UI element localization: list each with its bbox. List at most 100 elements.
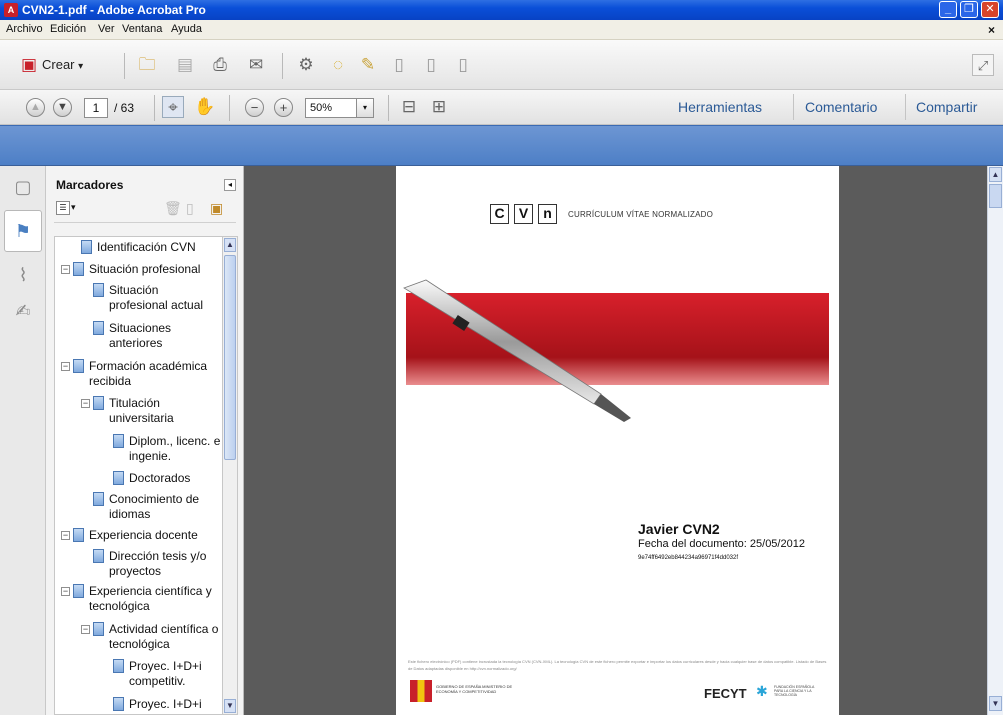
expand-icon[interactable]: ⤢ [972,54,994,76]
options-dropdown-icon[interactable]: ▾ [71,202,76,213]
new-bookmark-icon[interactable]: ▯ [186,200,194,217]
toolbar-divider [124,53,125,79]
title-bar: A CVN2-1.pdf - Adobe Acrobat Pro _ ❐ ✕ [0,0,1003,20]
bookmark-icon [73,528,84,542]
bookmark-situacion-profesional-actual[interactable]: Situación profesional actual [109,283,217,313]
attachments-icon[interactable]: ⌇ [11,262,35,288]
bookmark-diplom-licenc[interactable]: Diplom., licenc. e ingenie. [129,434,221,464]
toolbar-divider [282,53,283,79]
bookmark-direccion-tesis[interactable]: Dirección tesis y/o proyectos [109,549,221,579]
collapse-panel-icon[interactable]: ◂ [224,179,236,191]
bookmark-icon [73,359,84,373]
toolbar-divider [154,95,155,121]
close-document-icon[interactable]: × [988,23,995,37]
coat-of-arms-icon [410,680,432,702]
close-button[interactable]: ✕ [981,1,999,18]
tab-divider [905,94,906,120]
bookmark-icon [73,584,84,598]
fit-page-icon[interactable]: ⊟ [398,96,420,118]
bookmark-conocimiento-idiomas[interactable]: Conocimiento de idiomas [109,492,213,522]
tab-compartir[interactable]: Compartir [916,99,977,115]
previous-page-icon[interactable]: ▲ [26,98,45,117]
bookmark-formacion-academica[interactable]: Formación académica recibida [89,359,209,389]
share-icon[interactable]: ▯ [452,54,474,76]
select-cursor-icon[interactable]: ⌖ [162,96,184,118]
collapse-toggle-icon[interactable]: − [81,625,90,634]
create-button[interactable]: Crear ▾ [42,57,83,72]
bookmark-doctorados[interactable]: Doctorados [129,471,221,486]
bookmarks-icon[interactable]: ⚑ [4,210,42,252]
zoom-out-icon[interactable]: − [245,98,264,117]
menu-edicion[interactable]: Edición [50,23,86,35]
window-title: CVN2-1.pdf - Adobe Acrobat Pro [22,3,206,17]
bookmark-icon [113,471,124,485]
scroll-down-icon[interactable]: ▼ [224,699,236,713]
menu-ayuda[interactable]: Ayuda [171,23,202,35]
gobierno-logo: GOBIERNO DE ESPAÑA MINISTERIO DE ECONOMÍ… [410,680,520,702]
bookmark-icon [93,549,104,563]
delete-bookmark-icon[interactable]: 🗑 [164,200,182,217]
fecyt-subtitle: FUNDACIÓN ESPAÑOLA PARA LA CIENCIA Y LA … [774,685,815,697]
settings-icon[interactable]: ⚙ [295,54,317,76]
signatures-icon[interactable]: ✍ [11,298,35,324]
secure-icon[interactable]: ▯ [388,54,410,76]
menu-archivo[interactable]: Archivo [6,23,43,35]
bookmark-proyec-idi[interactable]: Proyec. I+D+i [129,697,221,712]
minimize-button[interactable]: _ [939,1,957,18]
message-bar [0,125,1003,166]
bookmark-icon [73,262,84,276]
bookmark-icon [93,622,104,636]
save-icon[interactable]: ▤ [174,54,196,76]
comment-icon[interactable]: ◌ [327,54,349,76]
zoom-level-input[interactable]: 50% [305,98,357,118]
chevron-down-icon: ▾ [78,61,84,72]
create-pdf-icon[interactable]: ▣ [18,54,40,76]
tab-herramientas[interactable]: Herramientas [678,99,762,115]
scroll-down-icon[interactable]: ▼ [989,696,1002,711]
scroll-up-icon[interactable]: ▲ [224,238,236,252]
toolbar-divider [388,95,389,121]
print-icon[interactable]: ⎙ [209,54,231,76]
bookmark-experiencia-cientifica[interactable]: Experiencia científica y tecnológica [89,584,215,614]
collapse-toggle-icon[interactable]: − [61,265,70,274]
bookmark-identificacion-cvn[interactable]: Identificación CVN [97,240,219,255]
bookmark-icon [81,240,92,254]
zoom-dropdown-icon[interactable]: ▾ [357,98,374,118]
zoom-in-icon[interactable]: + [274,98,293,117]
bookmark-icon [93,283,104,297]
expand-bookmark-icon[interactable]: ▣ [210,200,223,217]
tab-comentario[interactable]: Comentario [805,99,877,115]
bookmark-situacion-profesional[interactable]: Situación profesional [89,262,221,277]
footer-disclaimer: Este fichero electrónico (PDF) contiene … [408,659,827,671]
bookmarks-scrollbar[interactable]: ▲ ▼ [222,236,238,715]
hand-tool-icon[interactable]: ✋ [194,96,216,118]
open-folder-icon[interactable]: 🗀 [136,54,158,76]
scroll-thumb[interactable] [989,184,1002,208]
bookmark-experiencia-docente[interactable]: Experiencia docente [89,528,221,543]
logo-letter-c: C [490,204,509,224]
menu-ventana[interactable]: Ventana [122,23,162,35]
page-thumbnails-icon[interactable]: ▢ [11,174,35,200]
bookmark-titulacion-universitaria[interactable]: Titulación universitaria [109,396,203,426]
document-scrollbar[interactable]: ▲ ▼ [987,166,1003,715]
bookmark-actividad-cientifica[interactable]: Actividad científica o tecnológica [109,622,221,652]
menu-ver[interactable]: Ver [98,23,115,35]
export-icon[interactable]: ▯ [420,54,442,76]
scroll-up-icon[interactable]: ▲ [989,167,1002,182]
collapse-toggle-icon[interactable]: − [61,362,70,371]
next-page-icon[interactable]: ▼ [53,98,72,117]
bookmark-proyec-competitiv[interactable]: Proyec. I+D+i competitiv. [129,659,221,689]
full-screen-icon[interactable]: ⊞ [428,96,450,118]
collapse-toggle-icon[interactable]: − [61,587,70,596]
collapse-toggle-icon[interactable]: − [81,399,90,408]
maximize-button[interactable]: ❐ [960,1,978,18]
sign-icon[interactable]: ✎ [357,54,379,76]
email-icon[interactable]: ✉ [245,54,267,76]
bookmark-icon [113,697,124,711]
bookmark-situaciones-anteriores[interactable]: Situaciones anteriores [109,321,203,351]
page-number-input[interactable]: 1 [84,98,108,118]
collapse-toggle-icon[interactable]: − [61,531,70,540]
document-viewer[interactable]: C V n CURRÍCULUM VÍTAE NORMALIZADO Javie… [244,166,987,715]
options-icon[interactable]: ☰ [56,201,70,215]
scroll-thumb[interactable] [224,255,236,460]
